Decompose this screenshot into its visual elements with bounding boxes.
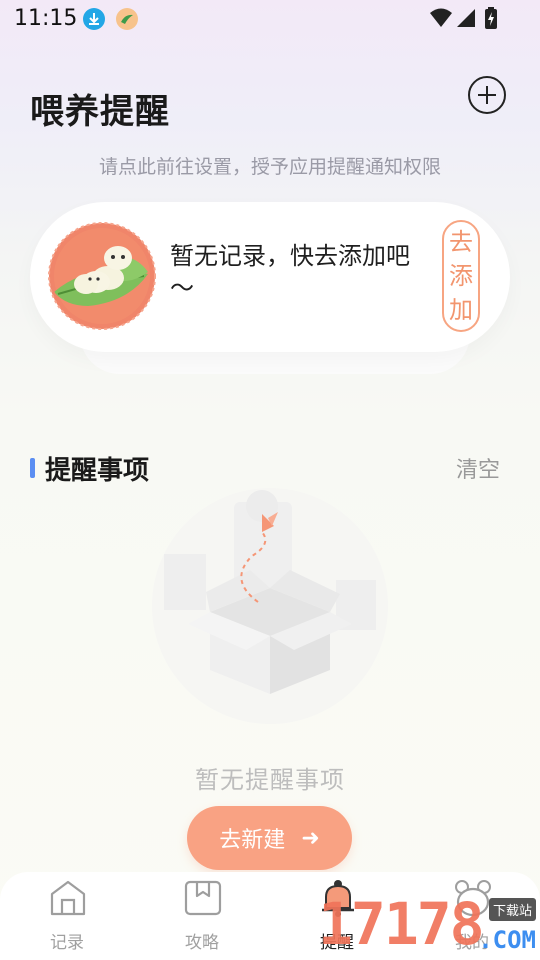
bookmark-icon (184, 878, 222, 922)
wifi-icon (430, 8, 452, 32)
create-button-label: 去新建 (219, 828, 286, 853)
site-watermark: 17178 下载站 .COM (316, 886, 540, 960)
watermark-main: 17178 (318, 890, 485, 958)
watermark-domain: .COM (478, 926, 536, 954)
clear-button[interactable]: 清空 (456, 452, 500, 484)
status-time: 11:15 (14, 6, 78, 31)
add-reminder-button[interactable] (468, 76, 506, 114)
silkworm-on-leaf-icon (48, 222, 156, 334)
tab-label: 记录 (50, 933, 84, 953)
section-title: 提醒事项 (45, 456, 150, 486)
page-title: 喂养提醒 (30, 92, 170, 132)
empty-record-message: 暂无记录，快去添加吧～ (170, 242, 410, 302)
battery-charging-icon (484, 7, 498, 33)
empty-box-illustration (140, 484, 400, 728)
download-icon (83, 8, 105, 30)
home-icon (49, 878, 87, 922)
tab-guides[interactable]: 攻略 (162, 872, 242, 960)
go-add-button[interactable]: 去添加 (442, 220, 480, 332)
tab-label: 攻略 (185, 933, 219, 953)
arrow-right-icon: ➜ (301, 825, 320, 851)
permission-hint-link[interactable]: 请点此前往设置，授予应用提醒通知权限 (0, 152, 540, 179)
empty-reminder-message: 暂无提醒事项 (195, 766, 345, 794)
tab-records[interactable]: 记录 (27, 872, 107, 960)
create-reminder-button[interactable]: 去新建 ➜ (187, 806, 352, 870)
section-accent-bar (30, 458, 35, 478)
app-notification-icon (116, 8, 138, 30)
watermark-sub: 下载站 (488, 898, 536, 921)
signal-icon (456, 8, 476, 32)
